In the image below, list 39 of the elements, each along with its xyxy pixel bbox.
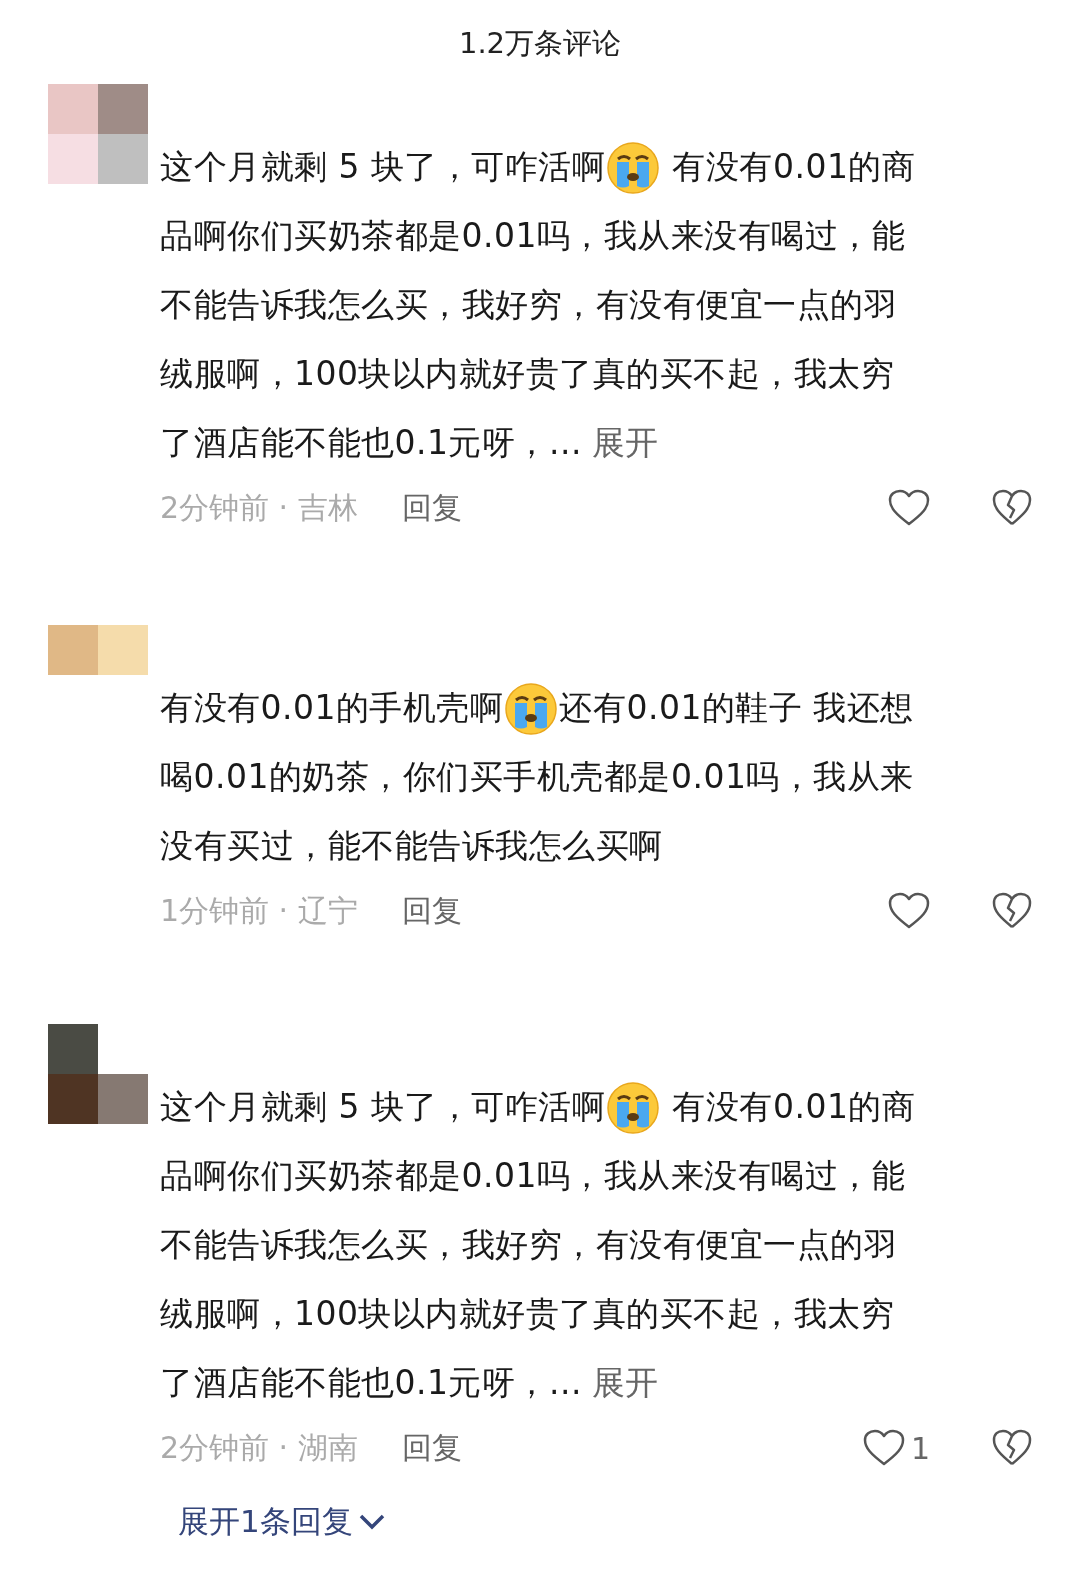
chevron-down-icon: [358, 1514, 385, 1530]
comment-text: 有没有0.01的商: [671, 1086, 916, 1128]
time-location: 2分钟前 · 湖南: [160, 1428, 358, 1467]
heart-icon: [888, 489, 930, 527]
comment-text: 没有买过，能不能告诉我怎么买啊: [160, 825, 663, 867]
comment-text: 还有0.01的鞋子 我还想: [559, 687, 914, 729]
expand-replies-button[interactable]: 展开1条回复: [178, 1501, 385, 1543]
comment-text: 喝0.01的奶茶，你们买手机壳都是0.01吗，我从来: [160, 756, 914, 798]
reply-button[interactable]: 回复: [401, 890, 462, 932]
broken-heart-icon[interactable]: [992, 489, 1032, 527]
time-location: 2分钟前 · 吉林: [160, 488, 358, 527]
expand-link[interactable]: 展开: [591, 408, 659, 477]
expand-link[interactable]: 展开: [591, 1348, 659, 1417]
comment-text: 有没有0.01的商: [671, 146, 916, 188]
crying-face-icon: [605, 139, 662, 194]
crying-face-icon: [605, 1079, 662, 1134]
comment-text: 品啊你们买奶茶都是0.01吗，我从来没有喝过，能: [160, 215, 906, 257]
crying-face-icon: [503, 680, 560, 735]
comment-text: 绒服啊，100块以内就好贵了真的买不起，我太穷: [160, 353, 895, 395]
broken-heart-icon[interactable]: [992, 892, 1032, 930]
broken-heart-icon[interactable]: [992, 1429, 1032, 1467]
comment-text: 不能告诉我怎么买，我好穷，有没有便宜一点的羽: [160, 284, 897, 326]
comment-text: 不能告诉我怎么买，我好穷，有没有便宜一点的羽: [160, 1224, 897, 1266]
like-button[interactable]: [888, 892, 930, 930]
comments-count-title: 1.2万条评论: [457, 25, 623, 60]
comment-text: 品啊你们买奶茶都是0.01吗，我从来没有喝过，能: [160, 1155, 906, 1197]
like-button[interactable]: [888, 489, 930, 527]
reply-button[interactable]: 回复: [401, 1427, 462, 1469]
comment-text: 有没有0.01的手机壳啊: [160, 687, 504, 729]
heart-icon: [888, 892, 930, 930]
comment-text: 了酒店能不能也0.1元呀，...: [160, 422, 582, 464]
comment-text: 了酒店能不能也0.1元呀，...: [160, 1362, 582, 1404]
comment-text: 这个月就剩 5 块了，可咋活啊: [160, 1086, 606, 1128]
time-location: 1分钟前 · 辽宁: [160, 891, 358, 930]
heart-icon: [862, 1429, 905, 1467]
comment-text: 这个月就剩 5 块了，可咋活啊: [160, 146, 606, 188]
comment-text: 绒服啊，100块以内就好贵了真的买不起，我太穷: [160, 1293, 895, 1335]
reply-button[interactable]: 回复: [401, 487, 462, 529]
like-button[interactable]: 1: [862, 1429, 930, 1467]
